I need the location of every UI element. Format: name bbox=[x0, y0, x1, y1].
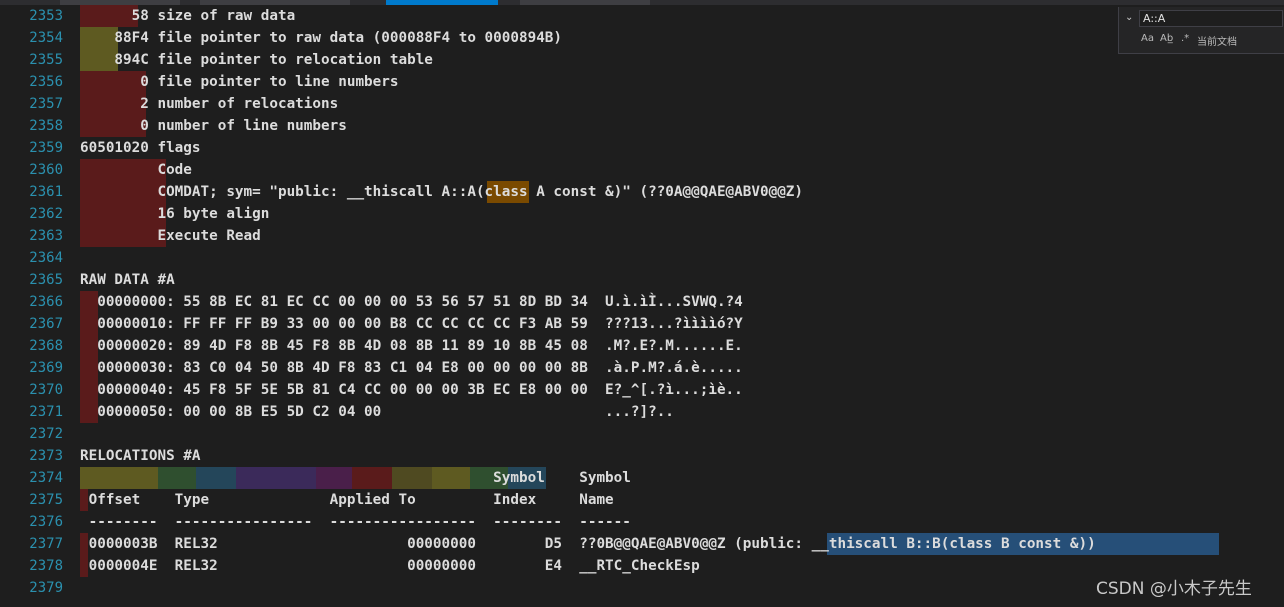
line-text: 894C file pointer to relocation table bbox=[80, 52, 433, 68]
line-number: 2370 bbox=[29, 382, 63, 398]
line-number: 2371 bbox=[29, 404, 63, 420]
line-number: 2372 bbox=[29, 426, 63, 442]
line-text: 60501020 flags bbox=[80, 140, 201, 156]
line-text: Offset Type Applied To Index Name bbox=[80, 492, 614, 508]
line-text: 00000040: 45 F8 5F 5E 5B 81 C4 CC 00 00 … bbox=[80, 382, 743, 398]
chevron-down-icon[interactable]: ⌄ bbox=[1125, 12, 1133, 23]
line-text: Execute Read bbox=[80, 228, 261, 244]
code-line[interactable]: 2369 00000030: 83 C0 04 50 8B 4D F8 83 C… bbox=[0, 357, 1284, 379]
code-line[interactable]: 2353 58 size of raw data bbox=[0, 5, 1284, 27]
code-line[interactable]: 2360 Code bbox=[0, 159, 1284, 181]
code-line[interactable]: 2373 RELOCATIONS #A bbox=[0, 445, 1284, 467]
code-line[interactable]: 2378 0000004E REL32 00000000 E4 __RTC_Ch… bbox=[0, 555, 1284, 577]
code-line[interactable]: 2367 00000010: FF FF FF B9 33 00 00 00 B… bbox=[0, 313, 1284, 335]
line-text: 00000030: 83 C0 04 50 8B 4D F8 83 C1 04 … bbox=[80, 360, 743, 376]
line-text: 0000004E REL32 00000000 E4 __RTC_CheckEs… bbox=[80, 558, 700, 574]
line-number: 2354 bbox=[29, 30, 63, 46]
line-text: RELOCATIONS #A bbox=[80, 448, 201, 464]
line-number: 2374 bbox=[29, 470, 63, 486]
match-case-toggle[interactable]: Aa bbox=[1141, 33, 1154, 44]
code-line[interactable]: 2377 0000003B REL32 00000000 D5 ??0B@@QA… bbox=[0, 533, 1284, 555]
line-number: 2353 bbox=[29, 8, 63, 24]
code-line[interactable]: 2357 2 number of relocations bbox=[0, 93, 1284, 115]
line-text: 58 size of raw data bbox=[80, 8, 296, 24]
code-line[interactable]: 2354 88F4 file pointer to raw data (0000… bbox=[0, 27, 1284, 49]
line-number: 2375 bbox=[29, 492, 63, 508]
regex-toggle[interactable]: .* bbox=[1181, 33, 1189, 44]
line-number: 2379 bbox=[29, 580, 63, 596]
code-line[interactable]: 2368 00000020: 89 4D F8 8B 45 F8 8B 4D 0… bbox=[0, 335, 1284, 357]
line-number: 2373 bbox=[29, 448, 63, 464]
code-line[interactable]: 2362 16 byte align bbox=[0, 203, 1284, 225]
code-line[interactable]: 2358 0 number of line numbers bbox=[0, 115, 1284, 137]
line-number: 2365 bbox=[29, 272, 63, 288]
line-number: 2360 bbox=[29, 162, 63, 178]
line-number: 2357 bbox=[29, 96, 63, 112]
line-text: Symbol Symbol bbox=[80, 470, 631, 486]
line-text: 16 byte align bbox=[80, 206, 270, 222]
code-line[interactable]: 2355 894C file pointer to relocation tab… bbox=[0, 49, 1284, 71]
whole-word-toggle[interactable]: Ab̲ bbox=[1160, 33, 1173, 44]
line-text: 0000003B REL32 00000000 D5 ??0B@@QAE@ABV… bbox=[80, 536, 1096, 552]
line-number: 2361 bbox=[29, 184, 63, 200]
line-number: 2378 bbox=[29, 558, 63, 574]
line-text: 00000020: 89 4D F8 8B 45 F8 8B 4D 08 8B … bbox=[80, 338, 743, 354]
watermark: CSDN @小木子先生 bbox=[1096, 579, 1252, 599]
line-text: 0 number of line numbers bbox=[80, 118, 347, 134]
line-number: 2368 bbox=[29, 338, 63, 354]
line-number: 2358 bbox=[29, 118, 63, 134]
find-widget: ⌄ A::A Aa Ab̲ .* 当前文档 bbox=[1118, 7, 1284, 54]
code-line[interactable]: 2364 bbox=[0, 247, 1284, 269]
line-number: 2359 bbox=[29, 140, 63, 156]
line-number: 2377 bbox=[29, 536, 63, 552]
line-number: 2369 bbox=[29, 360, 63, 376]
code-line[interactable]: 2356 0 file pointer to line numbers bbox=[0, 71, 1284, 93]
line-text: 00000000: 55 8B EC 81 EC CC 00 00 00 53 … bbox=[80, 294, 743, 310]
line-number: 2355 bbox=[29, 52, 63, 68]
line-number: 2364 bbox=[29, 250, 63, 266]
code-line[interactable]: 2372 bbox=[0, 423, 1284, 445]
code-line[interactable]: 2375 Offset Type Applied To Index Name bbox=[0, 489, 1284, 511]
code-line[interactable]: 2359 60501020 flags bbox=[0, 137, 1284, 159]
line-text: 00000050: 00 00 8B E5 5D C2 04 00 ...?]?… bbox=[80, 404, 674, 420]
line-text: 00000010: FF FF FF B9 33 00 00 00 B8 CC … bbox=[80, 316, 743, 332]
line-text: 0 file pointer to line numbers bbox=[80, 74, 399, 90]
code-line[interactable]: 2376 -------- ---------------- ---------… bbox=[0, 511, 1284, 533]
line-text: -------- ---------------- --------------… bbox=[80, 514, 631, 530]
line-text: RAW DATA #A bbox=[80, 272, 175, 288]
code-line[interactable]: 2363 Execute Read bbox=[0, 225, 1284, 247]
line-number: 2356 bbox=[29, 74, 63, 90]
search-scope[interactable]: 当前文档 bbox=[1197, 33, 1237, 48]
code-line[interactable]: 2366 00000000: 55 8B EC 81 EC CC 00 00 0… bbox=[0, 291, 1284, 313]
code-line[interactable]: 2371 00000050: 00 00 8B E5 5D C2 04 00 .… bbox=[0, 401, 1284, 423]
line-text: 88F4 file pointer to raw data (000088F4 … bbox=[80, 30, 563, 46]
line-text: Code bbox=[80, 162, 192, 178]
code-line[interactable]: 2374 Symbol Symbol bbox=[0, 467, 1284, 489]
line-number: 2366 bbox=[29, 294, 63, 310]
line-number: 2367 bbox=[29, 316, 63, 332]
code-line[interactable]: 2365 RAW DATA #A bbox=[0, 269, 1284, 291]
line-number: 2362 bbox=[29, 206, 63, 222]
find-input[interactable]: A::A bbox=[1139, 10, 1283, 27]
code-editor[interactable]: 2353 58 size of raw data 2354 88F4 file p… bbox=[0, 5, 1284, 607]
code-line[interactable]: 2370 00000040: 45 F8 5F 5E 5B 81 C4 CC 0… bbox=[0, 379, 1284, 401]
code-line[interactable]: 2361 COMDAT; sym= "public: __thiscall A:… bbox=[0, 181, 1284, 203]
code-line[interactable]: 2379 bbox=[0, 577, 1284, 599]
line-number: 2376 bbox=[29, 514, 63, 530]
line-number: 2363 bbox=[29, 228, 63, 244]
line-text: 2 number of relocations bbox=[80, 96, 339, 112]
line-text: COMDAT; sym= "public: __thiscall A::A(cl… bbox=[80, 184, 804, 200]
